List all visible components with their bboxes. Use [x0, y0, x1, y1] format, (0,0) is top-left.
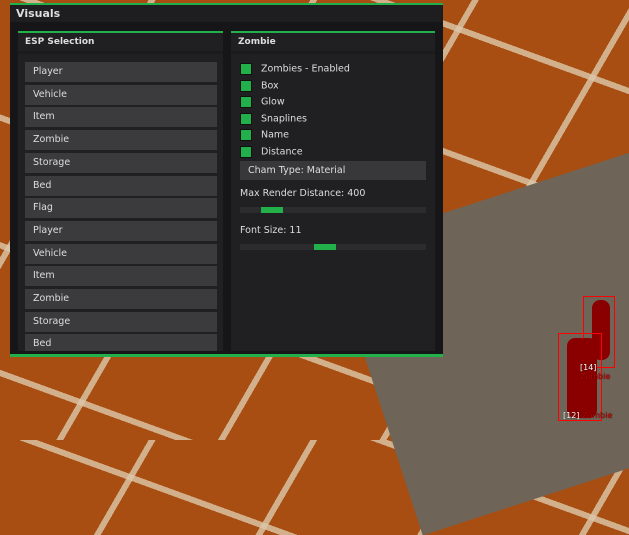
- checkbox-option[interactable]: Snaplines: [240, 112, 307, 126]
- zombie-options: Cham Type: Material Max Render Distance:…: [231, 54, 435, 351]
- window-title[interactable]: Visuals: [10, 5, 443, 22]
- font-size-slider[interactable]: [240, 244, 426, 250]
- esp-list-item[interactable]: Item: [25, 266, 217, 287]
- esp-list-item[interactable]: Bed: [25, 175, 217, 196]
- esp-list-item[interactable]: Storage: [25, 152, 217, 173]
- esp-list-item[interactable]: Zombie: [25, 130, 217, 151]
- esp-list-item[interactable]: Vehicle: [25, 84, 217, 105]
- esp-name: Zombie: [580, 372, 611, 381]
- checkbox-option[interactable]: Name: [240, 129, 289, 142]
- visuals-window: Visuals ESP Selection Player Vehicle Item Z…: [10, 3, 443, 357]
- checkbox-label: Name: [261, 129, 290, 141]
- esp-list[interactable]: Player Vehicle Item Zombie Storage Bed Flag Pla…: [18, 54, 223, 351]
- checkbox[interactable]: [240, 79, 252, 92]
- checkbox[interactable]: [240, 63, 252, 75]
- esp-tag: [12] Zombie: [563, 411, 612, 420]
- slider-fill[interactable]: [260, 207, 283, 213]
- checkbox-option[interactable]: Distance: [240, 145, 303, 159]
- esp-list-item[interactable]: Vehicle: [25, 243, 217, 264]
- accent-bar: [10, 354, 443, 357]
- checkbox-option[interactable]: Zombies - Enabled: [240, 63, 350, 76]
- checkbox-label: Snaplines: [261, 113, 307, 124]
- esp-list-item[interactable]: Flag: [25, 198, 217, 219]
- checkbox[interactable]: [240, 96, 252, 108]
- checkbox-label: Distance: [261, 146, 303, 157]
- esp-tag: [14] Zombie: [580, 363, 629, 381]
- esp-selection-panel: ESP Selection Player Vehicle Item Zombie Sto…: [18, 31, 223, 351]
- panel-title: Zombie: [231, 33, 435, 51]
- max-render-slider[interactable]: [240, 207, 426, 213]
- checkbox-option[interactable]: Glow: [240, 96, 285, 109]
- esp-name: Zombie: [581, 411, 613, 420]
- slider-fill[interactable]: [313, 244, 336, 250]
- checkbox[interactable]: [240, 112, 252, 125]
- esp-list-item[interactable]: Player: [25, 62, 217, 82]
- checkbox-option[interactable]: Box: [240, 79, 279, 93]
- esp-list-item[interactable]: Zombie: [25, 289, 217, 309]
- panel-title: ESP Selection: [18, 33, 223, 51]
- esp-list-item[interactable]: Storage: [25, 311, 217, 332]
- checkbox-label: Box: [261, 80, 279, 91]
- cham-type-dropdown[interactable]: Cham Type: Material: [240, 161, 426, 180]
- esp-distance: [12]: [563, 411, 580, 420]
- font-size-label: Font Size: 11: [240, 225, 302, 236]
- zombie-panel: Zombie Cham Type: Material Max Render Di…: [231, 31, 435, 351]
- checkbox[interactable]: [240, 129, 252, 141]
- esp-list-item[interactable]: Bed: [25, 334, 217, 351]
- esp-list-item[interactable]: Item: [25, 107, 217, 128]
- checkbox-label: Zombies - Enabled: [261, 63, 350, 75]
- checkbox-label: Glow: [261, 96, 285, 108]
- esp-list-item[interactable]: Player: [25, 220, 217, 241]
- checkbox[interactable]: [240, 145, 252, 158]
- max-render-label: Max Render Distance: 400: [240, 188, 366, 199]
- esp-distance: [14]: [580, 363, 597, 372]
